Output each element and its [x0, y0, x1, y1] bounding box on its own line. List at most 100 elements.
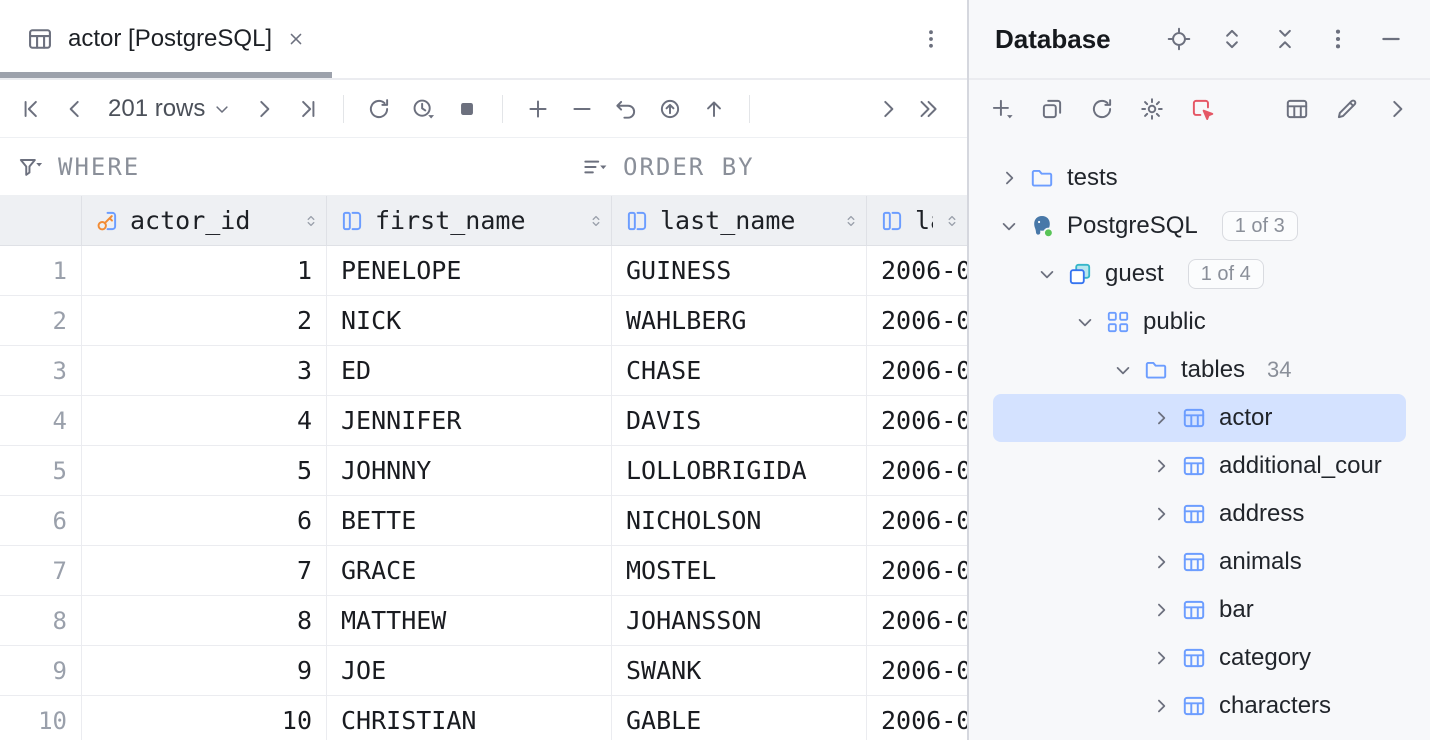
cell-last-name[interactable]: JOHANSSON: [612, 596, 867, 645]
cell-last-update[interactable]: 2006-0: [867, 246, 967, 295]
cell-last-update[interactable]: 2006-0: [867, 596, 967, 645]
tree-item-postgresql[interactable]: PostgreSQL1 of 3: [993, 202, 1406, 250]
chevron-right-icon[interactable]: [1151, 552, 1171, 572]
cell-first-name[interactable]: CHRISTIAN: [327, 696, 612, 740]
cell-first-name[interactable]: JOE: [327, 646, 612, 695]
chevron-right-icon[interactable]: [1151, 456, 1171, 476]
sort-icon[interactable]: [587, 212, 605, 230]
cell-first-name[interactable]: JOHNNY: [327, 446, 612, 495]
submit-button[interactable]: [651, 90, 689, 128]
sort-icon[interactable]: [943, 212, 961, 230]
cell-last-update[interactable]: 2006-0: [867, 346, 967, 395]
commit-button[interactable]: [695, 90, 733, 128]
toolbar-chevron-right-icon[interactable]: [1384, 96, 1410, 122]
row-number[interactable]: 8: [0, 596, 82, 645]
previous-page-button[interactable]: [56, 90, 94, 128]
row-number[interactable]: 4: [0, 396, 82, 445]
cell-last-update[interactable]: 2006-0: [867, 696, 967, 740]
row-number[interactable]: 9: [0, 646, 82, 695]
cell-last-name[interactable]: SWANK: [612, 646, 867, 695]
tree-item-characters[interactable]: characters: [993, 682, 1406, 730]
refresh-icon[interactable]: [1089, 96, 1115, 122]
tree-item-public[interactable]: public: [993, 298, 1406, 346]
chevron-right-icon[interactable]: [1151, 504, 1171, 524]
new-data-source-icon[interactable]: [989, 96, 1015, 122]
row-number[interactable]: 1: [0, 246, 82, 295]
next-page-button[interactable]: [245, 90, 283, 128]
panel-options-kebab-icon[interactable]: [1325, 26, 1351, 52]
column-header-last_update[interactable]: last_update: [867, 196, 967, 245]
expand-all-icon[interactable]: [1219, 26, 1245, 52]
disconnect-icon[interactable]: [1189, 96, 1215, 122]
tree-item-category[interactable]: category: [993, 634, 1406, 682]
cell-last-update[interactable]: 2006-0: [867, 646, 967, 695]
chevron-right-icon[interactable]: [1151, 648, 1171, 668]
tree-item-address[interactable]: address: [993, 490, 1406, 538]
duplicate-icon[interactable]: [1039, 96, 1065, 122]
auto-refresh-button[interactable]: [404, 90, 442, 128]
stop-button[interactable]: [448, 90, 486, 128]
cell-last-name[interactable]: CHASE: [612, 346, 867, 395]
cell-actor-id[interactable]: 1: [82, 246, 327, 295]
cell-actor-id[interactable]: 3: [82, 346, 327, 395]
tab-options-kebab-icon[interactable]: [919, 27, 943, 51]
rows-count-dropdown[interactable]: 201 rows: [100, 95, 239, 123]
column-header-actor_id[interactable]: actor_id: [82, 196, 327, 245]
cell-actor-id[interactable]: 7: [82, 546, 327, 595]
column-header-last_name[interactable]: last_name: [612, 196, 867, 245]
cell-first-name[interactable]: GRACE: [327, 546, 612, 595]
toolbar-overflow-button[interactable]: [909, 90, 947, 128]
chevron-down-icon[interactable]: [1075, 312, 1095, 332]
tree-item-actor[interactable]: actor: [993, 394, 1406, 442]
cell-last-name[interactable]: DAVIS: [612, 396, 867, 445]
cell-actor-id[interactable]: 4: [82, 396, 327, 445]
order-by-filter-field[interactable]: ORDER BY: [565, 138, 771, 195]
sort-icon[interactable]: [842, 212, 860, 230]
cell-last-name[interactable]: LOLLOBRIGIDA: [612, 446, 867, 495]
collapse-all-icon[interactable]: [1272, 26, 1298, 52]
tree-item-bar[interactable]: bar: [993, 586, 1406, 634]
last-page-button[interactable]: [289, 90, 327, 128]
cell-last-update[interactable]: 2006-0: [867, 396, 967, 445]
cell-first-name[interactable]: MATTHEW: [327, 596, 612, 645]
data-source-properties-gear-icon[interactable]: [1139, 96, 1165, 122]
chevron-right-icon[interactable]: [1151, 696, 1171, 716]
cell-first-name[interactable]: BETTE: [327, 496, 612, 545]
cell-actor-id[interactable]: 5: [82, 446, 327, 495]
close-tab-icon[interactable]: [286, 29, 306, 49]
row-number[interactable]: 5: [0, 446, 82, 495]
tab-actor-postgresql[interactable]: actor [PostgreSQL]: [0, 0, 332, 78]
chevron-right-icon[interactable]: [1151, 600, 1171, 620]
hide-panel-icon[interactable]: [1378, 26, 1404, 52]
reload-data-button[interactable]: [360, 90, 398, 128]
cell-actor-id[interactable]: 10: [82, 696, 327, 740]
chevron-down-icon[interactable]: [999, 216, 1019, 236]
cell-last-name[interactable]: WAHLBERG: [612, 296, 867, 345]
cell-actor-id[interactable]: 8: [82, 596, 327, 645]
delete-row-button[interactable]: [563, 90, 601, 128]
chevron-down-icon[interactable]: [1113, 360, 1133, 380]
cell-first-name[interactable]: PENELOPE: [327, 246, 612, 295]
cell-actor-id[interactable]: 2: [82, 296, 327, 345]
cell-last-name[interactable]: MOSTEL: [612, 546, 867, 595]
column-header-first_name[interactable]: first_name: [327, 196, 612, 245]
sort-icon[interactable]: [302, 212, 320, 230]
table-view-icon[interactable]: [1284, 96, 1310, 122]
cell-last-update[interactable]: 2006-0: [867, 296, 967, 345]
cell-first-name[interactable]: NICK: [327, 296, 612, 345]
tree-item-additional-cour[interactable]: additional_cour: [993, 442, 1406, 490]
add-row-button[interactable]: [519, 90, 557, 128]
cell-first-name[interactable]: JENNIFER: [327, 396, 612, 445]
chevron-right-icon[interactable]: [1151, 408, 1171, 428]
chevron-right-icon[interactable]: [999, 168, 1019, 188]
cell-last-name[interactable]: GUINESS: [612, 246, 867, 295]
row-number[interactable]: 7: [0, 546, 82, 595]
tree-item-guest[interactable]: guest1 of 4: [993, 250, 1406, 298]
row-number[interactable]: 10: [0, 696, 82, 740]
row-number[interactable]: 3: [0, 346, 82, 395]
cell-last-name[interactable]: GABLE: [612, 696, 867, 740]
tree-item-tables[interactable]: tables34: [993, 346, 1406, 394]
row-number[interactable]: 6: [0, 496, 82, 545]
cell-actor-id[interactable]: 9: [82, 646, 327, 695]
cell-actor-id[interactable]: 6: [82, 496, 327, 545]
